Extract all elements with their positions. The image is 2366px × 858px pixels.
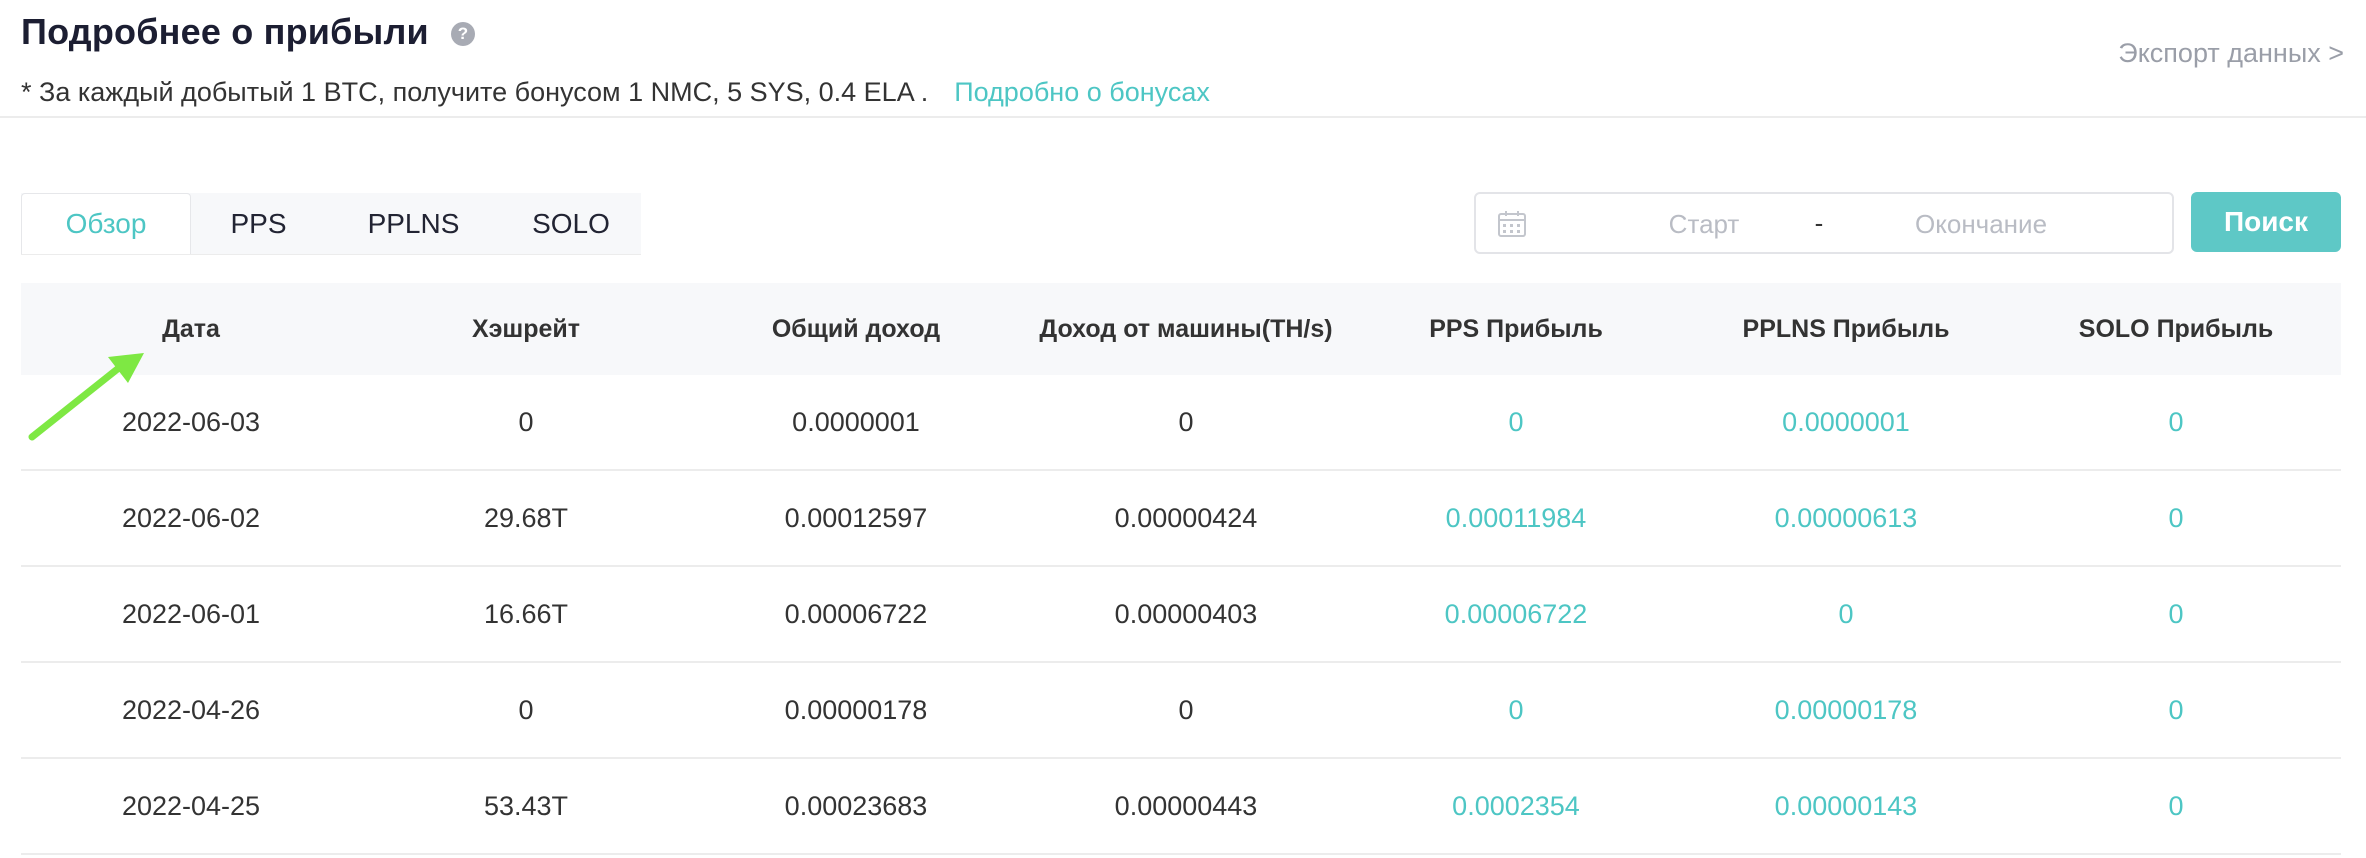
page-title: Подробнее о прибыли [21, 11, 429, 52]
export-data-link[interactable]: Экспорт данных > [2118, 38, 2344, 69]
cell-pplns-profit[interactable]: 0 [1681, 599, 2011, 630]
cell-hashrate: 29.68T [483, 502, 569, 533]
cell-total-income: 0.00000178 [784, 694, 928, 725]
tab-pps[interactable]: PPS [191, 193, 326, 254]
cell-hashrate: 0 [518, 694, 534, 725]
cell-machine-income: 0 [1178, 694, 1194, 725]
table-row: 2022-04-25 53.43T 0.00023683 0.00000443 … [21, 759, 2341, 855]
calendar-icon [1498, 211, 1526, 237]
cell-pps-profit[interactable]: 0.00006722 [1351, 599, 1681, 630]
column-header-solo-profit: SOLO Прибыль [2078, 314, 2274, 343]
column-header-pps-profit: PPS Прибыль [1429, 314, 1603, 343]
table-row: 2022-06-01 16.66T 0.00006722 0.00000403 … [21, 567, 2341, 663]
cell-hashrate: 0 [518, 406, 534, 437]
cell-total-income: 0.0000001 [792, 406, 920, 437]
profit-tabs: Обзор PPS PPLNS SOLO [21, 193, 641, 255]
bonus-text: * За каждый добытый 1 BTC, получите бону… [21, 76, 929, 107]
cell-pps-profit[interactable]: 0.0002354 [1351, 791, 1681, 822]
cell-date: 2022-04-26 [121, 694, 261, 725]
cell-machine-income: 0.00000443 [1114, 790, 1258, 821]
cell-pplns-profit[interactable]: 0.00000178 [1681, 695, 2011, 726]
cell-pps-profit[interactable]: 0 [1351, 695, 1681, 726]
column-header-date[interactable]: Дата [21, 315, 361, 344]
cell-machine-income: 0 [1178, 406, 1194, 437]
cell-pplns-profit[interactable]: 0.0000001 [1681, 407, 2011, 438]
date-separator: - [1814, 207, 1824, 238]
column-header-pplns-profit: PPLNS Прибыль [1742, 314, 1950, 343]
search-button[interactable]: Поиск [2191, 192, 2341, 252]
bonus-info: * За каждый добытый 1 BTC, получите бону… [21, 72, 1210, 112]
table-row: 2022-06-02 29.68T 0.00012597 0.00000424 … [21, 471, 2341, 567]
title-row: Подробнее о прибыли ? [21, 8, 475, 56]
column-header-machine-income: Доход от машины(TH/s) [1039, 314, 1333, 343]
cell-pplns-profit[interactable]: 0.00000143 [1681, 791, 2011, 822]
cell-solo-profit[interactable]: 0 [2011, 695, 2341, 726]
cell-hashrate: 16.66T [483, 598, 569, 629]
cell-pplns-profit[interactable]: 0.00000613 [1681, 503, 2011, 534]
cell-date: 2022-06-03 [121, 406, 261, 437]
cell-date: 2022-04-25 [121, 790, 261, 821]
end-date-input[interactable] [1856, 206, 2106, 242]
cell-pps-profit[interactable]: 0.00011984 [1351, 503, 1681, 534]
profit-details-page: Подробнее о прибыли ? * За каждый добыты… [0, 0, 2366, 858]
profit-table: Дата Хэшрейт Общий доход Доход от машины… [21, 283, 2341, 855]
page-header: Подробнее о прибыли ? * За каждый добыты… [0, 0, 2366, 118]
start-date-input[interactable] [1604, 206, 1804, 242]
cell-solo-profit[interactable]: 0 [2011, 503, 2341, 534]
cell-machine-income: 0.00000403 [1114, 598, 1258, 629]
bonus-details-link[interactable]: Подробно о бонусах [954, 77, 1210, 108]
cell-total-income: 0.00012597 [784, 502, 928, 533]
tab-solo[interactable]: SOLO [501, 193, 641, 254]
date-range-picker[interactable]: - [1474, 192, 2174, 254]
cell-hashrate: 53.43T [483, 790, 569, 821]
cell-date: 2022-06-01 [121, 598, 261, 629]
cell-pps-profit[interactable]: 0 [1351, 407, 1681, 438]
column-header-hashrate: Хэшрейт [471, 314, 581, 343]
cell-total-income: 0.00023683 [784, 790, 928, 821]
table-row: 2022-06-03 0 0.0000001 0 0 0.0000001 0 [21, 375, 2341, 471]
cell-total-income: 0.00006722 [784, 598, 928, 629]
table-header: Дата Хэшрейт Общий доход Доход от машины… [21, 283, 2341, 375]
cell-solo-profit[interactable]: 0 [2011, 407, 2341, 438]
help-icon[interactable]: ? [450, 22, 475, 46]
tab-overview[interactable]: Обзор [21, 193, 191, 254]
cell-date: 2022-06-02 [121, 502, 261, 533]
table-row: 2022-04-26 0 0.00000178 0 0 0.00000178 0 [21, 663, 2341, 759]
column-header-total-income: Общий доход [771, 314, 941, 343]
cell-machine-income: 0.00000424 [1114, 502, 1258, 533]
cell-solo-profit[interactable]: 0 [2011, 791, 2341, 822]
cell-solo-profit[interactable]: 0 [2011, 599, 2341, 630]
tab-pplns[interactable]: PPLNS [326, 193, 501, 254]
